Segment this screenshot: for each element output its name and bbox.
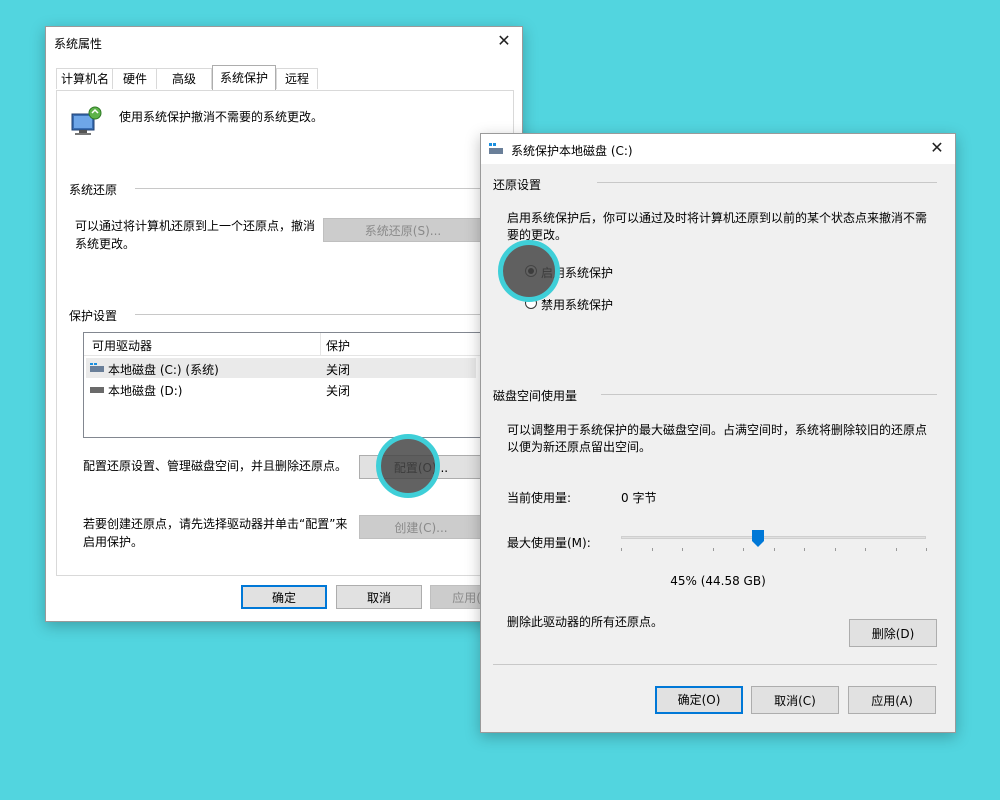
tab-remote[interactable]: 远程 xyxy=(276,68,318,89)
header-available-drives[interactable]: 可用驱动器 xyxy=(92,337,152,354)
window-title: 系统保护本地磁盘 (C:) xyxy=(511,144,633,158)
create-desc-line2: 启用保护。 xyxy=(83,535,144,549)
drive-list[interactable]: 可用驱动器 保护 本地磁盘 (C:) (系统) 关闭 本地磁盘 (D:) 关闭 xyxy=(83,332,481,438)
slider-tick xyxy=(652,548,653,551)
system-drive-icon xyxy=(90,363,104,372)
close-icon[interactable]: ✕ xyxy=(927,138,947,158)
enable-desc-line1: 启用系统保护后，你可以通过及时将计算机还原到以前的某个状态点来撤消不需 xyxy=(507,211,928,225)
drive-row-c[interactable]: 本地磁盘 (C:) (系统) 关闭 xyxy=(86,358,476,378)
slider-tick xyxy=(865,548,866,551)
tab-system-protection[interactable]: 系统保护 xyxy=(212,65,276,90)
current-usage-label: 当前使用量: xyxy=(507,491,572,505)
radio-disable-label[interactable]: 禁用系统保护 xyxy=(541,296,613,313)
disk-usage-divider xyxy=(601,394,937,395)
system-protection-icon xyxy=(71,106,102,135)
ok-button[interactable]: 确定(O) xyxy=(655,686,743,714)
system-restore-button[interactable]: 系统还原(S)... xyxy=(323,218,483,242)
ok-button[interactable]: 确定 xyxy=(241,585,327,609)
intro-text: 使用系统保护撤消不需要的系统更改。 xyxy=(119,110,324,124)
footer-divider xyxy=(493,664,937,665)
config-desc: 配置还原设置、管理磁盘空间，并且删除还原点。 xyxy=(83,459,348,473)
slider-tick xyxy=(774,548,775,551)
drive-name: 本地磁盘 (D:) xyxy=(108,384,183,398)
title-bar[interactable]: 系统保护本地磁盘 (C:) ✕ xyxy=(481,134,955,164)
click-highlight-enable xyxy=(498,240,560,302)
slider-tick xyxy=(713,548,714,551)
create-button[interactable]: 创建(C)... xyxy=(359,515,483,539)
max-usage-slider[interactable] xyxy=(621,536,926,539)
delete-desc: 删除此驱动器的所有还原点。 xyxy=(507,615,664,629)
system-properties-window: 系统属性 ✕ 计算机名 硬件 高级 系统保护 远程 使用系统保护撤消不需要的系统… xyxy=(45,26,523,622)
click-highlight-configure xyxy=(376,434,440,498)
header-protection[interactable]: 保护 xyxy=(326,337,350,354)
slider-tick xyxy=(621,548,622,551)
restore-settings-label: 还原设置 xyxy=(493,178,542,192)
restore-settings-divider xyxy=(597,182,937,183)
restore-desc-line2: 系统更改。 xyxy=(75,237,136,251)
drive-status: 关闭 xyxy=(326,384,351,398)
system-protection-drive-window: 系统保护本地磁盘 (C:) ✕ 还原设置 启用系统保护后，你可以通过及时将计算机… xyxy=(480,133,956,733)
tab-computer-name[interactable]: 计算机名 xyxy=(56,68,114,89)
create-desc-line1: 若要创建还原点，请先选择驱动器并单击“配置”来 xyxy=(83,517,348,531)
header-separator xyxy=(320,333,321,355)
title-bar[interactable]: 系统属性 ✕ xyxy=(46,27,522,57)
drive-row-d[interactable]: 本地磁盘 (D:) 关闭 xyxy=(86,379,476,399)
list-header: 可用驱动器 保护 xyxy=(84,333,480,356)
current-usage-value: 0 字节 xyxy=(621,491,657,505)
slider-thumb[interactable] xyxy=(752,530,765,547)
disk-desc-line1: 可以调整用于系统保护的最大磁盘空间。占满空间时，系统将删除较旧的还原点 xyxy=(507,423,928,437)
protect-section-label: 保护设置 xyxy=(69,309,118,323)
max-usage-label: 最大使用量(M): xyxy=(507,536,591,550)
cancel-button[interactable]: 取消(C) xyxy=(751,686,839,714)
restore-section-divider xyxy=(135,188,501,189)
restore-section-label: 系统还原 xyxy=(69,183,118,197)
restore-desc-line1: 可以通过将计算机还原到上一个还原点，撤消 xyxy=(75,219,316,233)
slider-tick xyxy=(896,548,897,551)
apply-button[interactable]: 应用(A) xyxy=(848,686,936,714)
window-title: 系统属性 xyxy=(54,37,103,51)
tab-panel: 使用系统保护撤消不需要的系统更改。 系统还原 可以通过将计算机还原到上一个还原点… xyxy=(56,90,514,576)
cancel-button[interactable]: 取消 xyxy=(336,585,422,609)
slider-tick xyxy=(804,548,805,551)
disk-desc-line2: 以便为新还原点留出空间。 xyxy=(507,440,652,454)
slider-tick xyxy=(926,548,927,551)
close-icon[interactable]: ✕ xyxy=(494,31,514,51)
slider-tick xyxy=(743,548,744,551)
tab-advanced[interactable]: 高级 xyxy=(156,68,212,89)
slider-tick xyxy=(835,548,836,551)
protect-section-divider xyxy=(135,314,501,315)
delete-button[interactable]: 删除(D) xyxy=(849,619,937,647)
drive-icon xyxy=(90,387,104,393)
max-usage-value: 45% (44.58 GB) xyxy=(670,574,766,588)
system-drive-icon xyxy=(489,143,503,154)
disk-usage-label: 磁盘空间使用量 xyxy=(493,389,578,403)
slider-tick xyxy=(682,548,683,551)
drive-name: 本地磁盘 (C:) (系统) xyxy=(108,363,219,377)
tab-hardware[interactable]: 硬件 xyxy=(112,68,158,89)
drive-status: 关闭 xyxy=(326,363,351,377)
